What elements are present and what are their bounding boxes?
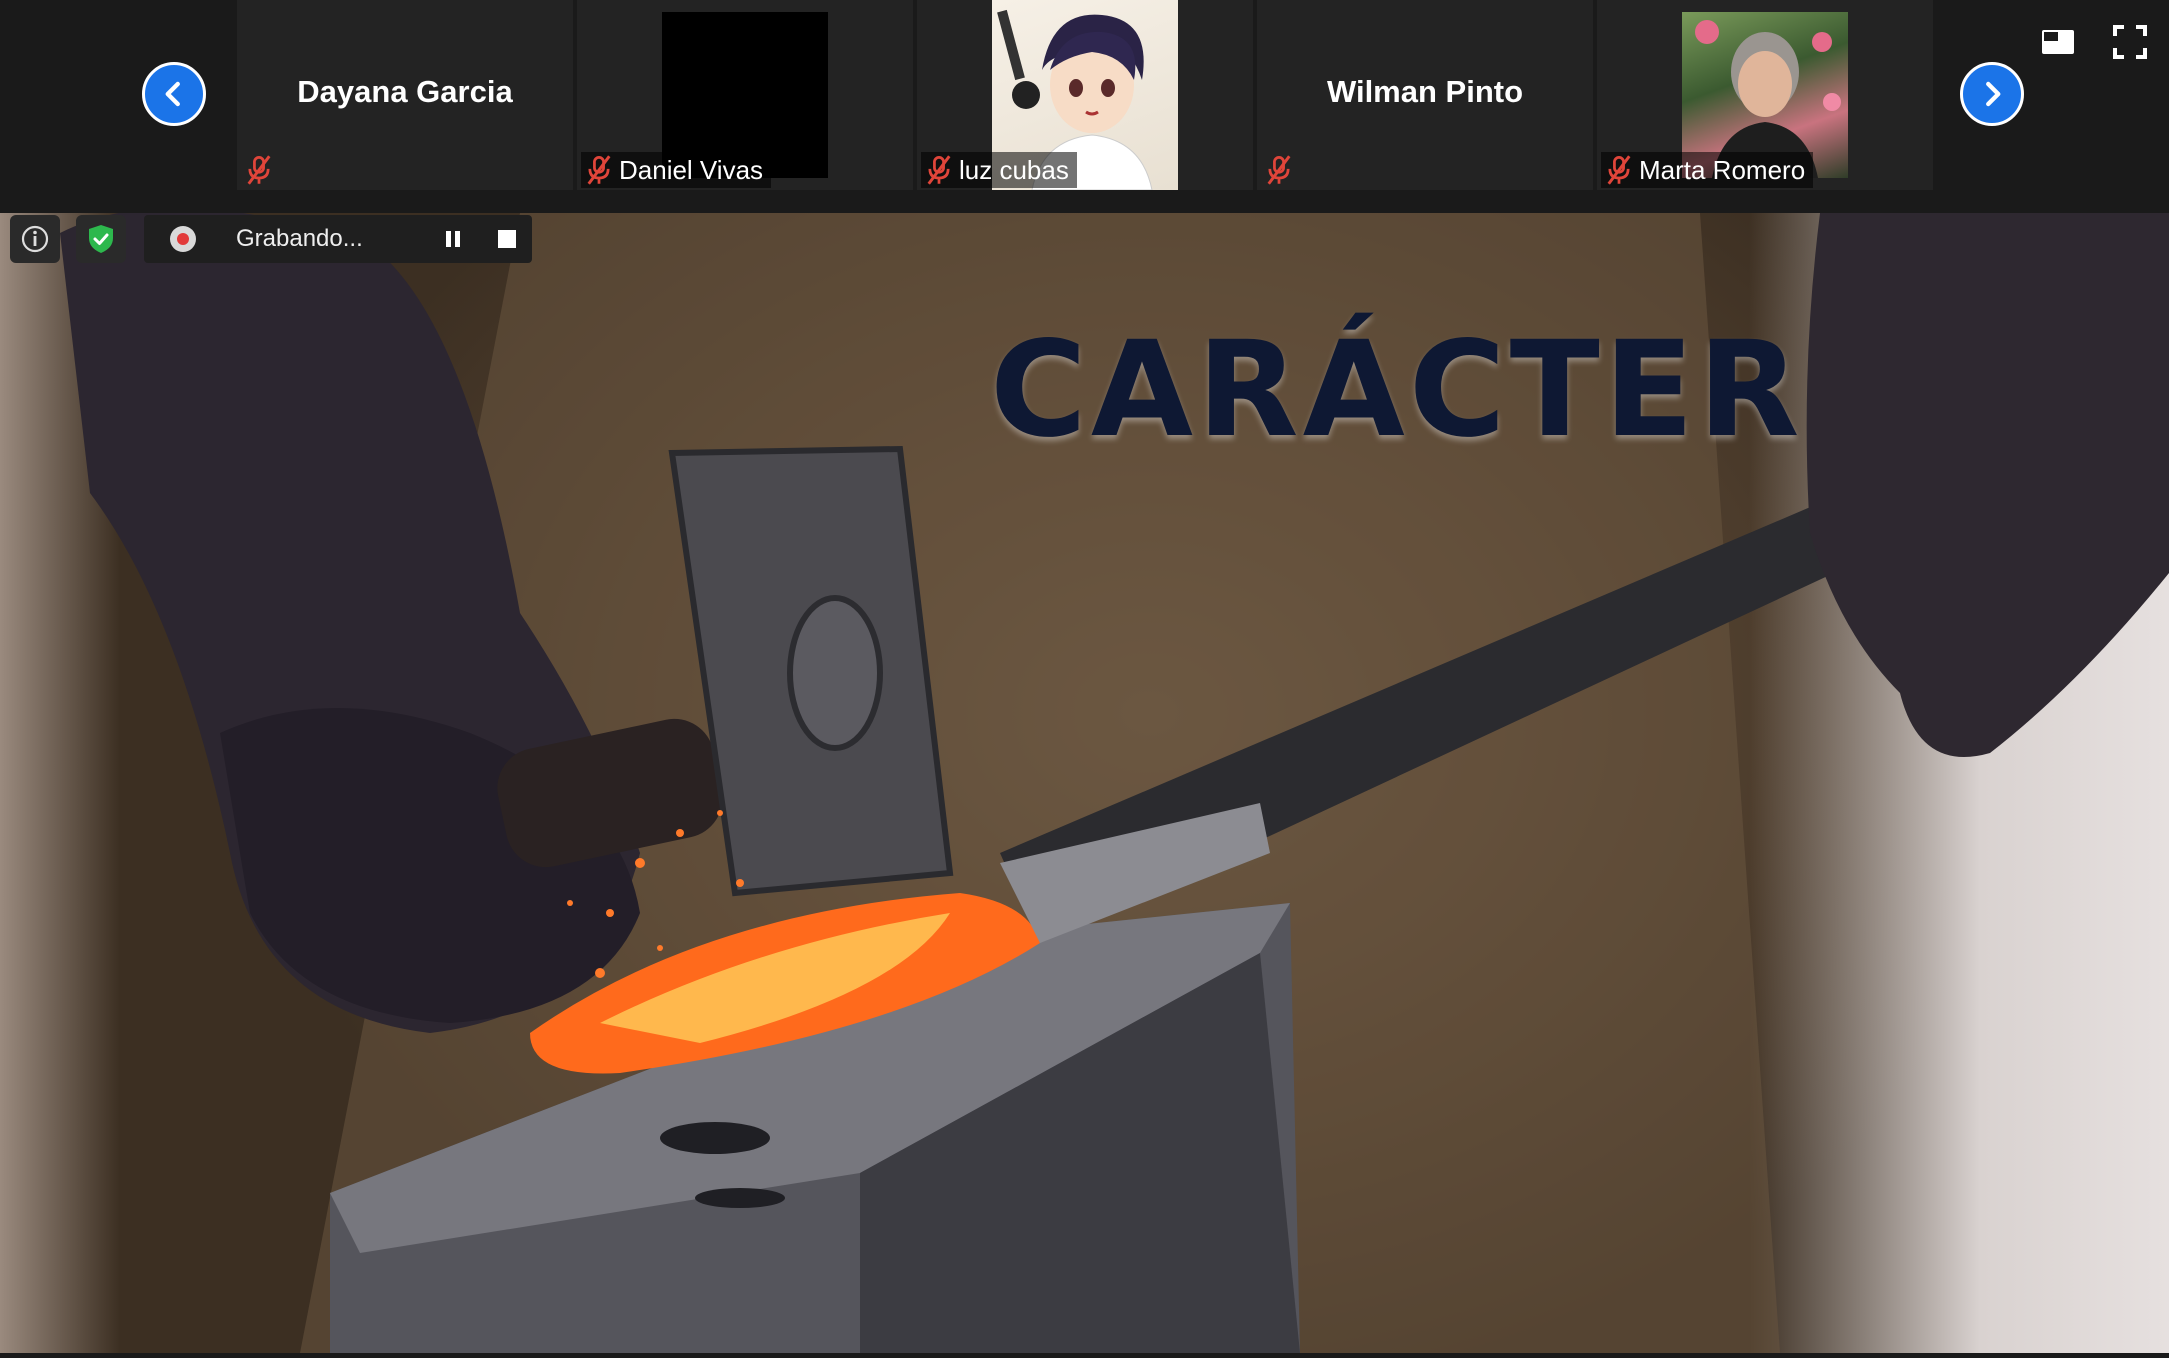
chevron-left-icon [165,81,180,107]
participant-tile[interactable]: Marta Romero [1597,0,1933,190]
participant-strip: Dayana Garcia Daniel Vivas luz cubas Wil… [0,0,2169,213]
participant-tile[interactable]: Dayana Garcia [237,0,573,190]
info-icon [21,225,49,253]
participant-label: luz cubas [921,152,1077,188]
chevron-right-icon [1986,81,2001,107]
participant-tile[interactable]: Wilman Pinto [1257,0,1593,190]
shared-screen: CARÁCTER [0,213,2169,1353]
stop-icon[interactable] [498,230,516,248]
participant-label-text: Marta Romero [1639,154,1806,185]
view-layout-icon[interactable] [2040,24,2076,60]
participant-name: Wilman Pinto [1326,74,1524,109]
participant-label [241,152,281,188]
participant-tile[interactable]: luz cubas [917,0,1253,190]
slide-title: CARÁCTER [990,313,1804,467]
participant-name: Dayana Garcia [297,74,513,109]
mic-muted-icon [927,155,951,185]
recording-status: Grabando... [236,225,363,252]
participant-label: Marta Romero [1601,152,1814,188]
fullscreen-icon[interactable] [2112,24,2148,60]
pause-icon[interactable] [442,228,464,250]
participant-label-text: Daniel Vivas [619,154,764,185]
mic-muted-icon [1607,155,1631,185]
mic-muted-icon [1267,155,1291,185]
participant-tile[interactable]: Daniel Vivas [577,0,913,190]
meeting-info-button[interactable] [10,215,60,263]
participant-label [1261,152,1301,188]
record-dot-icon [170,226,196,252]
prev-page-button[interactable] [142,62,206,126]
mic-muted-icon [587,155,611,185]
security-button[interactable] [76,215,126,263]
recording-panel: Grabando... [144,215,532,263]
participant-label: Daniel Vivas [581,152,772,188]
next-page-button[interactable] [1960,62,2024,126]
mic-muted-icon [247,155,271,185]
participant-label-text: luz cubas [959,154,1069,185]
shield-check-icon [89,225,113,253]
